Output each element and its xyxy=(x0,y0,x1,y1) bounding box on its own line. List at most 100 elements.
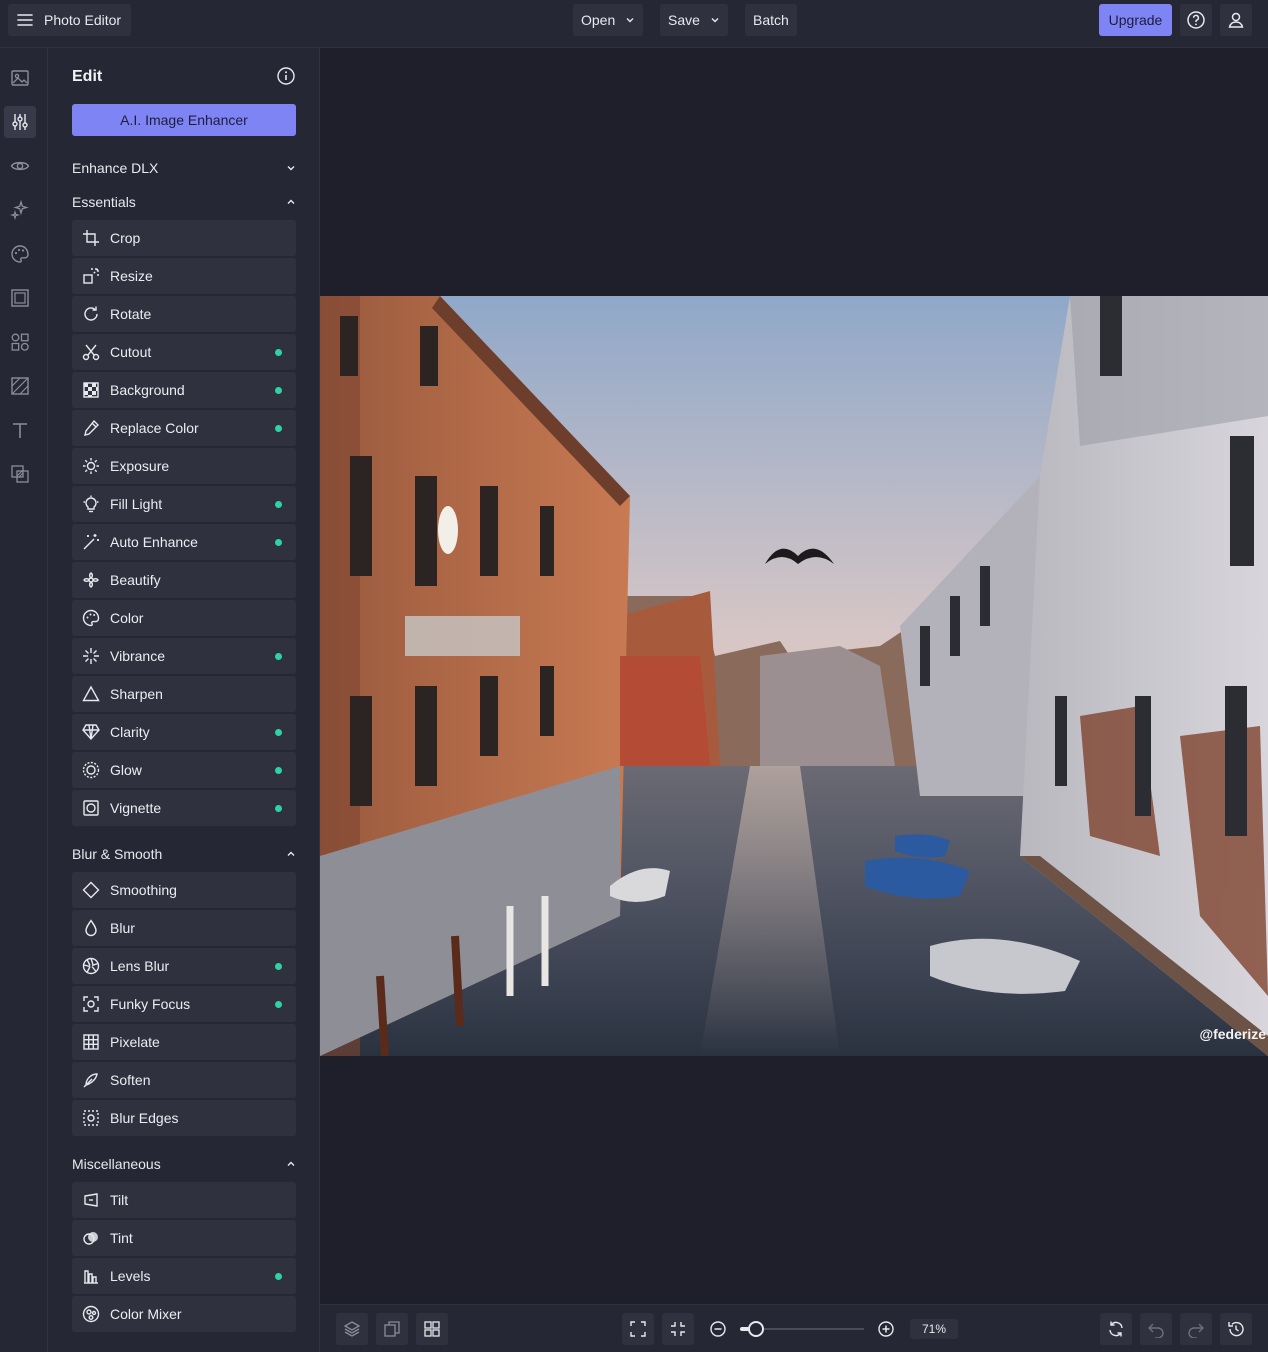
crop-icon xyxy=(72,220,110,256)
zoom-in-button[interactable] xyxy=(870,1313,902,1345)
tool-vibrance[interactable]: Vibrance xyxy=(72,638,296,674)
rail-edit-button[interactable] xyxy=(4,106,36,138)
tilt-icon xyxy=(72,1182,110,1218)
zoom-value[interactable]: 71% xyxy=(910,1319,958,1339)
premium-dot xyxy=(275,652,282,660)
tool-tint[interactable]: Tint xyxy=(72,1220,296,1256)
bulb-icon xyxy=(72,486,110,522)
tool-vignette[interactable]: Vignette xyxy=(72,790,296,826)
rail-image-button[interactable] xyxy=(4,62,36,94)
tool-levels[interactable]: Levels xyxy=(72,1258,296,1294)
help-button[interactable] xyxy=(1180,4,1212,36)
save-menu-button[interactable]: Save xyxy=(660,4,728,36)
app-menu-button[interactable]: Photo Editor xyxy=(8,4,132,36)
rail-graphics-button[interactable] xyxy=(4,326,36,358)
batch-button[interactable]: Batch xyxy=(745,4,797,36)
tool-cutout[interactable]: Cutout xyxy=(72,334,296,370)
history-button[interactable] xyxy=(1220,1313,1252,1345)
reset-button[interactable] xyxy=(1100,1313,1132,1345)
tool-tilt[interactable]: Tilt xyxy=(72,1182,296,1218)
rail-frames-button[interactable] xyxy=(4,282,36,314)
section-essentials[interactable]: Essentials xyxy=(72,191,296,213)
tool-blur[interactable]: Blur xyxy=(72,910,296,946)
rail-artsy-button[interactable] xyxy=(4,238,36,270)
info-icon[interactable] xyxy=(276,66,296,86)
premium-dot xyxy=(275,538,282,546)
rail-text-button[interactable] xyxy=(4,414,36,446)
help-icon xyxy=(1186,10,1206,30)
open-label: Open xyxy=(581,12,616,28)
exposure-icon xyxy=(72,448,110,484)
tool-beautify[interactable]: Beautify xyxy=(72,562,296,598)
photo-image[interactable]: @federize xyxy=(320,296,1268,1056)
resize-icon xyxy=(72,258,110,294)
rail-effects-button[interactable] xyxy=(4,150,36,182)
tool-label: Sharpen xyxy=(110,686,163,702)
tool-smoothing[interactable]: Smoothing xyxy=(72,872,296,908)
tool-rotate[interactable]: Rotate xyxy=(72,296,296,332)
section-miscellaneous[interactable]: Miscellaneous xyxy=(72,1153,296,1175)
tool-color-mixer[interactable]: Color Mixer xyxy=(72,1296,296,1332)
premium-dot xyxy=(275,424,282,432)
account-button[interactable] xyxy=(1220,4,1252,36)
diamond-icon xyxy=(72,714,110,750)
undo-button[interactable] xyxy=(1140,1313,1172,1345)
grid-icon xyxy=(423,1320,441,1338)
tool-lens-blur[interactable]: Lens Blur xyxy=(72,948,296,984)
tool-label: Soften xyxy=(110,1072,151,1088)
tool-resize[interactable]: Resize xyxy=(72,258,296,294)
rail-overlays-button[interactable] xyxy=(4,458,36,490)
section-enhance-dlx[interactable]: Enhance DLX xyxy=(72,157,296,179)
mixer-icon xyxy=(72,1296,110,1332)
actual-size-button[interactable] xyxy=(662,1313,694,1345)
upgrade-button[interactable]: Upgrade xyxy=(1099,4,1172,36)
tint-icon xyxy=(72,1220,110,1256)
grid-view-button[interactable] xyxy=(416,1313,448,1345)
tool-fill-light[interactable]: Fill Light xyxy=(72,486,296,522)
premium-dot xyxy=(275,962,282,970)
tool-sharpen[interactable]: Sharpen xyxy=(72,676,296,712)
tool-clarity[interactable]: Clarity xyxy=(72,714,296,750)
photo-watermark: @federize xyxy=(1199,1026,1266,1042)
levels-icon xyxy=(72,1258,110,1294)
tool-crop[interactable]: Crop xyxy=(72,220,296,256)
expand-icon xyxy=(629,1320,647,1338)
tool-funky-focus[interactable]: Funky Focus xyxy=(72,986,296,1022)
premium-dot xyxy=(275,804,282,812)
tool-blur-edges[interactable]: Blur Edges xyxy=(72,1100,296,1136)
sparkle-icon xyxy=(10,200,30,220)
sparkle-icon xyxy=(72,638,110,674)
layers-button[interactable] xyxy=(336,1313,368,1345)
flower-icon xyxy=(72,562,110,598)
premium-dot xyxy=(275,1000,282,1008)
tool-glow[interactable]: Glow xyxy=(72,752,296,788)
tool-pixelate[interactable]: Pixelate xyxy=(72,1024,296,1060)
ai-enhancer-button[interactable]: A.I. Image Enhancer xyxy=(72,104,296,136)
zoom-out-button[interactable] xyxy=(702,1313,734,1345)
tool-soften[interactable]: Soften xyxy=(72,1062,296,1098)
redo-button[interactable] xyxy=(1180,1313,1212,1345)
tool-label: Tilt xyxy=(110,1192,129,1208)
tool-color[interactable]: Color xyxy=(72,600,296,636)
compare-button[interactable] xyxy=(376,1313,408,1345)
chevron-up-icon xyxy=(286,1159,296,1169)
tool-auto-enhance[interactable]: Auto Enhance xyxy=(72,524,296,560)
tool-exposure[interactable]: Exposure xyxy=(72,448,296,484)
tool-replace-color[interactable]: Replace Color xyxy=(72,410,296,446)
undo-icon xyxy=(1147,1320,1165,1338)
zoom-in-icon xyxy=(877,1320,895,1338)
section-blur-smooth[interactable]: Blur & Smooth xyxy=(72,843,296,865)
premium-dot xyxy=(275,386,282,394)
zoom-slider-handle[interactable] xyxy=(748,1321,764,1337)
section-label: Miscellaneous xyxy=(72,1156,161,1172)
rail-textures-button[interactable] xyxy=(4,370,36,402)
open-menu-button[interactable]: Open xyxy=(573,4,644,36)
rail-ai-button[interactable] xyxy=(4,194,36,226)
tool-label: Vignette xyxy=(110,800,162,816)
tool-rail xyxy=(0,48,48,1352)
fit-screen-button[interactable] xyxy=(622,1313,654,1345)
grid-icon xyxy=(72,1024,110,1060)
premium-dot xyxy=(275,766,282,774)
tool-background[interactable]: Background xyxy=(72,372,296,408)
chevron-up-icon xyxy=(286,849,296,859)
